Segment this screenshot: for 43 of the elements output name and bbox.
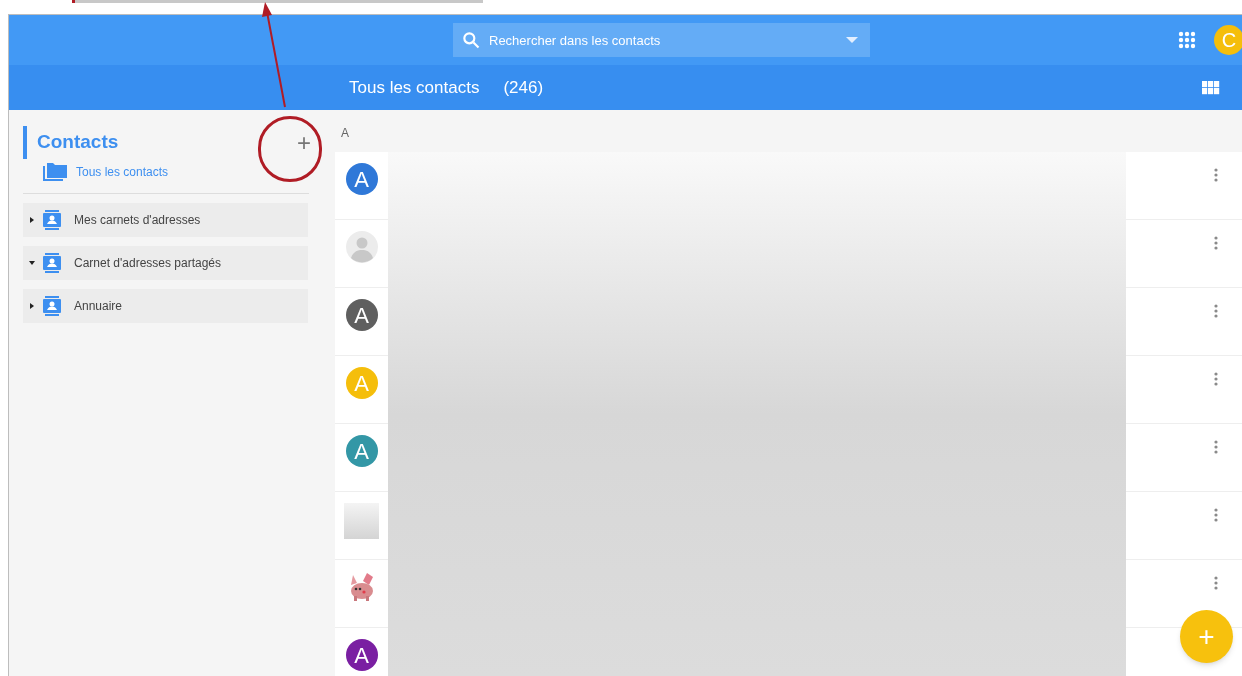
more-options-icon[interactable] bbox=[1214, 576, 1218, 590]
caret-right-icon[interactable] bbox=[29, 217, 35, 223]
caret-down-icon[interactable] bbox=[29, 260, 35, 266]
person-silhouette-icon bbox=[345, 231, 378, 263]
dropdown-caret-icon[interactable] bbox=[846, 37, 858, 43]
avatar: A bbox=[345, 435, 378, 467]
more-options-icon[interactable] bbox=[1214, 372, 1218, 386]
avatar: A bbox=[345, 299, 378, 331]
grid-view-icon[interactable] bbox=[1202, 80, 1220, 95]
more-options-icon[interactable] bbox=[1214, 236, 1218, 250]
avatar: A bbox=[345, 639, 378, 671]
page-title: Tous les contacts bbox=[349, 76, 480, 99]
more-options-icon[interactable] bbox=[1214, 304, 1218, 318]
add-button[interactable]: + bbox=[297, 130, 311, 155]
avatar-cell[interactable]: A bbox=[335, 152, 388, 220]
avatar-cell[interactable] bbox=[335, 220, 388, 288]
avatar-cell[interactable] bbox=[335, 492, 388, 560]
more-options-icon[interactable] bbox=[1214, 168, 1218, 182]
address-book-item[interactable]: Annuaire bbox=[23, 289, 308, 323]
avatar-cell[interactable]: A bbox=[335, 628, 388, 676]
annotation-mark bbox=[72, 0, 75, 3]
apps-grid-icon[interactable] bbox=[1178, 31, 1196, 49]
address-book-icon bbox=[43, 253, 61, 273]
more-options-icon[interactable] bbox=[1214, 508, 1218, 522]
search-icon bbox=[461, 30, 481, 50]
avatar-cell[interactable]: A bbox=[335, 424, 388, 492]
avatar: A bbox=[345, 367, 378, 399]
avatar: A bbox=[345, 163, 378, 195]
more-options-icon[interactable] bbox=[1214, 440, 1218, 454]
address-book-icon bbox=[43, 210, 61, 230]
contact-count: (246) bbox=[503, 76, 544, 99]
search-field[interactable]: Rechercher dans les contacts bbox=[453, 23, 870, 57]
address-book-item[interactable]: Mes carnets d'adresses bbox=[23, 203, 308, 237]
section-letter: A bbox=[340, 125, 349, 142]
caret-right-icon[interactable] bbox=[29, 303, 35, 309]
sidebar-title: Contacts bbox=[37, 130, 119, 155]
photo-placeholder bbox=[344, 503, 379, 539]
address-book-icon bbox=[43, 296, 61, 316]
folder-icon bbox=[43, 163, 67, 181]
all-contacts-item[interactable]: Tous les contacts bbox=[43, 163, 169, 181]
avatar-cell[interactable]: A bbox=[335, 288, 388, 356]
address-book-item[interactable]: Carnet d'adresses partagés bbox=[23, 246, 308, 280]
avatar-cell[interactable] bbox=[335, 560, 388, 628]
